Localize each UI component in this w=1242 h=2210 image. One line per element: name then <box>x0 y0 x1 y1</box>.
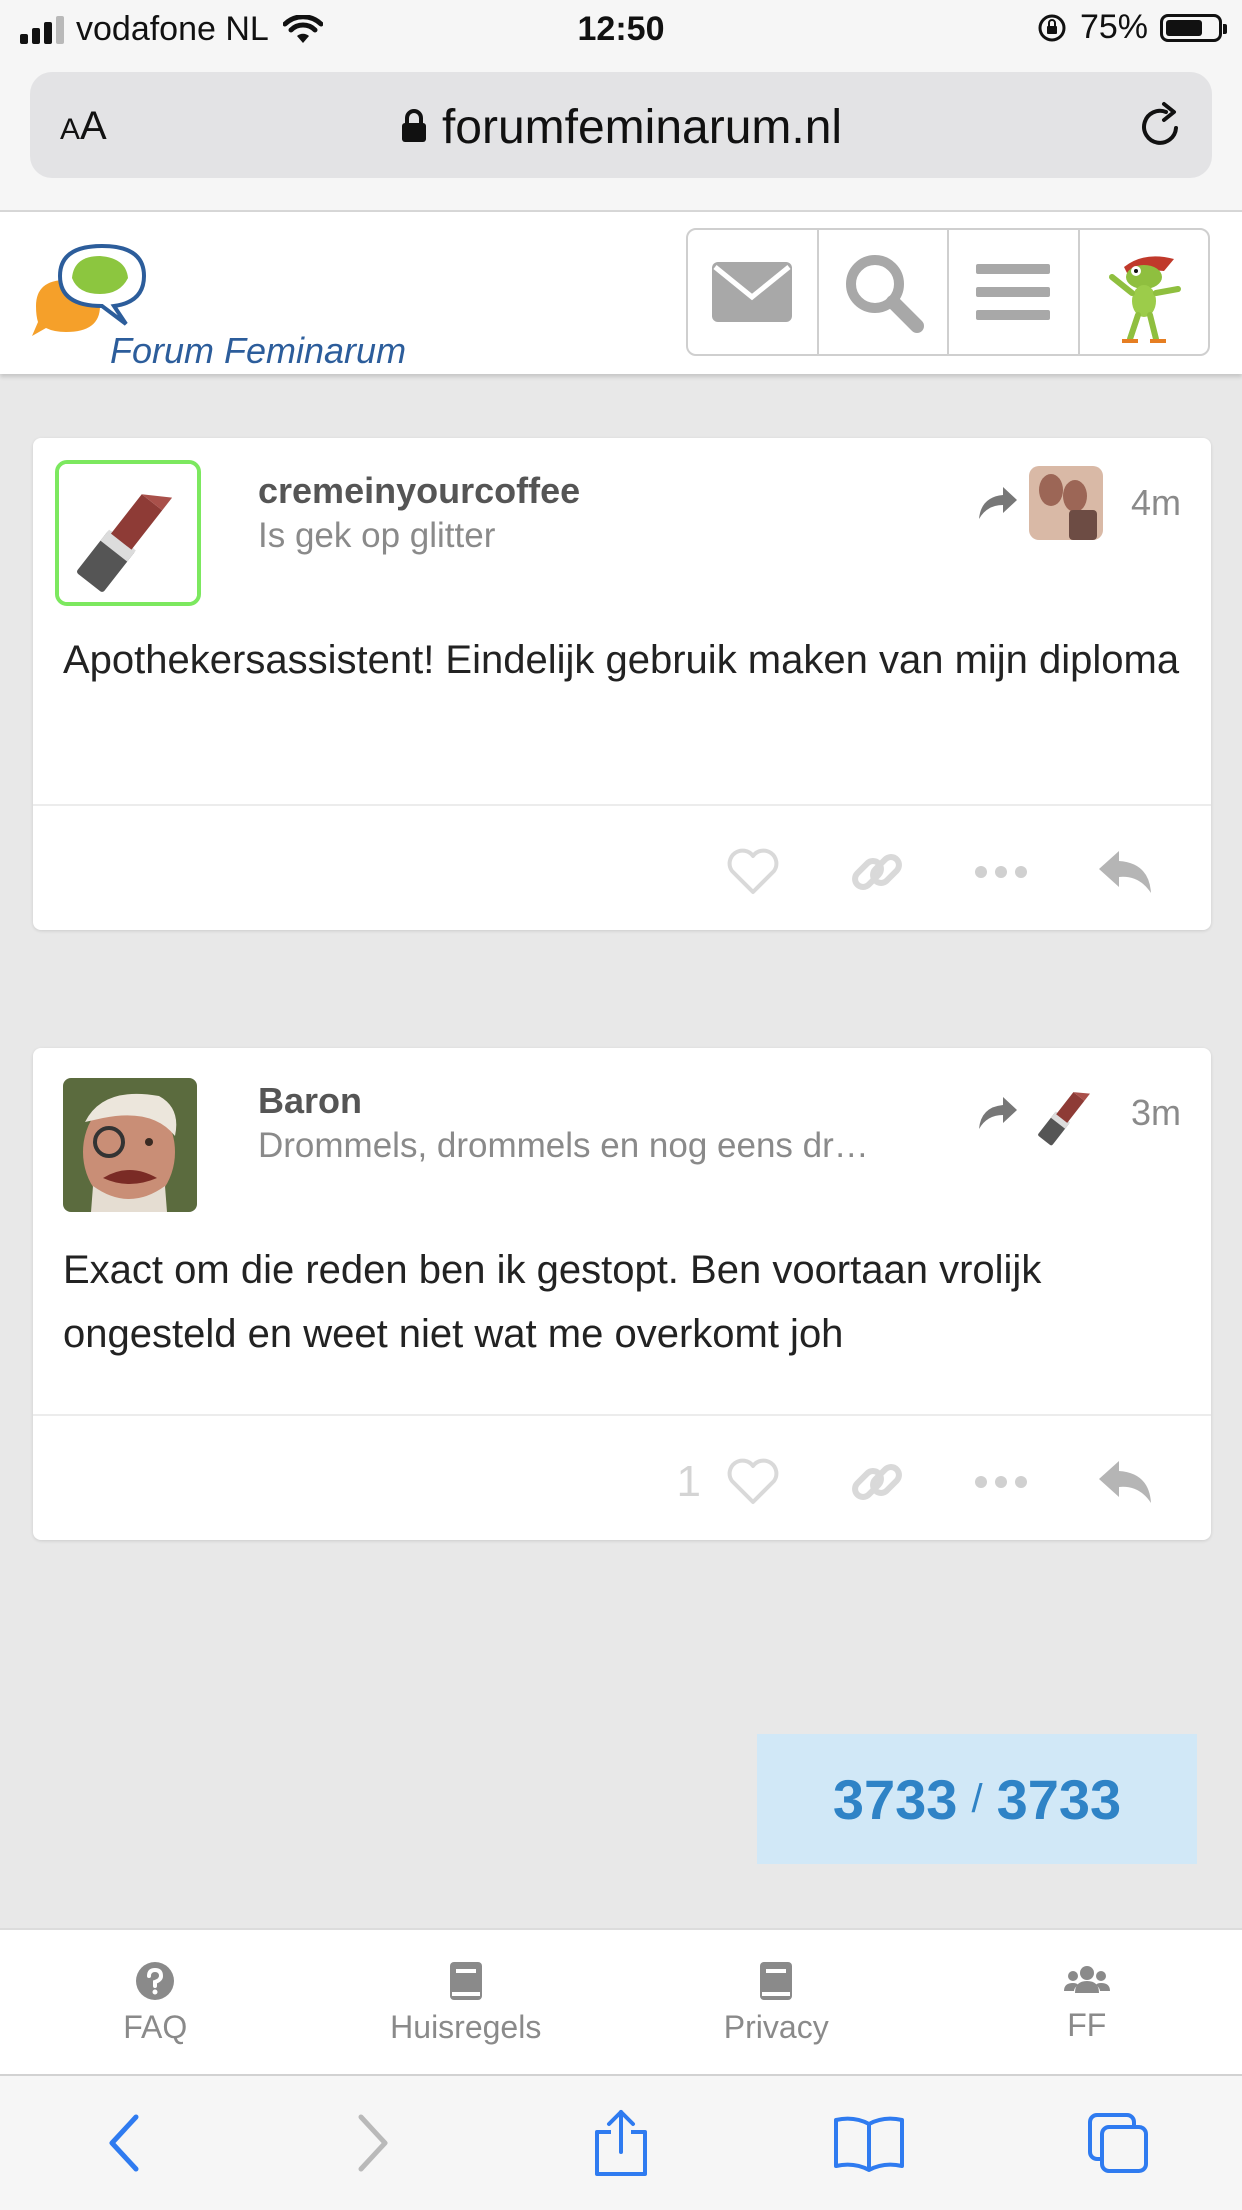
link-icon <box>849 844 905 900</box>
post-time[interactable]: 4m <box>1131 482 1181 524</box>
post-time[interactable]: 3m <box>1131 1092 1181 1134</box>
hamburger-menu-icon <box>976 262 1050 322</box>
lipstick-avatar-icon <box>1029 1076 1103 1150</box>
mail-icon <box>711 261 793 323</box>
footer-item-faq[interactable]: FAQ <box>0 1930 311 2076</box>
share-icon <box>591 2108 651 2178</box>
post-username[interactable]: cremeinyourcoffee <box>258 470 580 512</box>
post-body: Exact om die reden ben ik gestopt. Ben v… <box>63 1238 1183 1366</box>
heart-icon <box>726 848 780 896</box>
bookmarks-button[interactable] <box>745 2076 993 2210</box>
ellipsis-icon <box>975 1476 1027 1488</box>
battery-icon <box>1160 14 1222 42</box>
battery-percent: 75% <box>1080 8 1148 47</box>
site-logo[interactable]: Forum Feminarum <box>30 236 430 356</box>
progress-current: 3733 <box>833 1767 958 1832</box>
post: cremeinyourcoffee Is gek op glitter 4m A… <box>33 438 1211 930</box>
footer-item-label: FF <box>1067 2007 1106 2044</box>
more-options-button[interactable] <box>939 1446 1063 1518</box>
footer-item-ff[interactable]: FF <box>932 1930 1242 2076</box>
reply-to-avatar[interactable] <box>1029 1076 1103 1150</box>
progress-separator: / <box>971 1777 982 1822</box>
lipstick-avatar-icon <box>59 464 197 602</box>
footer-nav: FAQ Huisregels Privacy FF <box>0 1928 1242 2076</box>
like-button[interactable] <box>691 836 815 908</box>
url-field[interactable]: forumfeminarum.nl <box>30 100 1212 155</box>
post-actions: 1 <box>677 1446 1187 1518</box>
menu-button[interactable] <box>949 230 1080 354</box>
post-divider <box>33 804 1211 806</box>
address-bar[interactable]: AA forumfeminarum.nl <box>30 72 1212 178</box>
forum-header: Forum Feminarum <box>0 212 1242 374</box>
copy-link-button[interactable] <box>815 1446 939 1518</box>
topic-progress-indicator[interactable]: 3733 / 3733 <box>757 1734 1197 1864</box>
reply-to-arrow-icon[interactable] <box>977 1095 1019 1131</box>
link-icon <box>849 1454 905 1510</box>
url-text: forumfeminarum.nl <box>442 101 842 154</box>
messages-button[interactable] <box>688 230 819 354</box>
logo-text: Forum Feminarum <box>110 330 406 372</box>
back-button[interactable] <box>0 2076 248 2210</box>
copy-link-button[interactable] <box>815 836 939 908</box>
browser-address-area: AA forumfeminarum.nl <box>0 62 1242 212</box>
post-username[interactable]: Baron <box>258 1080 362 1122</box>
reply-icon <box>1097 1459 1153 1505</box>
user-profile-button[interactable] <box>1080 230 1209 354</box>
more-options-button[interactable] <box>939 836 1063 908</box>
footer-item-label: Huisregels <box>390 2009 541 2046</box>
ellipsis-icon <box>975 866 1027 878</box>
question-icon <box>135 1961 175 2001</box>
share-button[interactable] <box>497 2076 745 2210</box>
post: Baron Drommels, drommels en nog eens dr…… <box>33 1048 1211 1540</box>
footer-item-privacy[interactable]: Privacy <box>621 1930 932 2076</box>
reply-button[interactable] <box>1063 836 1187 908</box>
back-icon <box>106 2113 142 2173</box>
post-meta: 3m <box>977 1076 1181 1150</box>
browser-toolbar <box>0 2074 1242 2210</box>
lock-icon <box>400 108 428 144</box>
book-icon <box>758 1961 794 2001</box>
bookmarks-icon <box>832 2114 906 2172</box>
footer-item-label: Privacy <box>724 2009 829 2046</box>
tabs-icon <box>1086 2111 1150 2175</box>
status-right: 75% <box>1036 8 1222 47</box>
post-meta: 4m <box>977 466 1181 540</box>
search-button[interactable] <box>819 230 950 354</box>
status-bar: vodafone NL 12:50 75% <box>0 0 1242 62</box>
baron-avatar-icon <box>63 1078 197 1212</box>
post-user-title: Drommels, drommels en nog eens dr… <box>258 1126 968 1166</box>
user-avatar[interactable] <box>63 1078 197 1212</box>
post-divider <box>33 1414 1211 1416</box>
footer-item-huisregels[interactable]: Huisregels <box>311 1930 622 2076</box>
book-icon <box>448 1961 484 2001</box>
reload-icon[interactable] <box>1136 98 1186 152</box>
rotation-lock-icon <box>1036 12 1068 44</box>
reply-icon <box>1097 849 1153 895</box>
users-icon <box>1064 1963 1110 1999</box>
reply-to-arrow-icon[interactable] <box>977 485 1019 521</box>
like-button[interactable] <box>691 1446 815 1518</box>
forward-button[interactable] <box>248 2076 496 2210</box>
post-body: Apothekersassistent! Eindelijk gebruik m… <box>63 628 1183 692</box>
forward-icon <box>355 2113 391 2173</box>
header-nav <box>686 228 1210 356</box>
footer-item-label: FAQ <box>123 2009 187 2046</box>
reply-button[interactable] <box>1063 1446 1187 1518</box>
heart-icon <box>726 1458 780 1506</box>
user-avatar[interactable] <box>55 460 201 606</box>
post-actions <box>691 836 1187 908</box>
progress-total: 3733 <box>997 1767 1122 1832</box>
frog-avatar-icon <box>1094 237 1194 347</box>
post-user-title: Is gek op glitter <box>258 516 968 556</box>
tabs-button[interactable] <box>994 2076 1242 2210</box>
nails-avatar-icon <box>1029 466 1103 540</box>
reply-to-avatar[interactable] <box>1029 466 1103 540</box>
search-icon <box>841 250 925 334</box>
